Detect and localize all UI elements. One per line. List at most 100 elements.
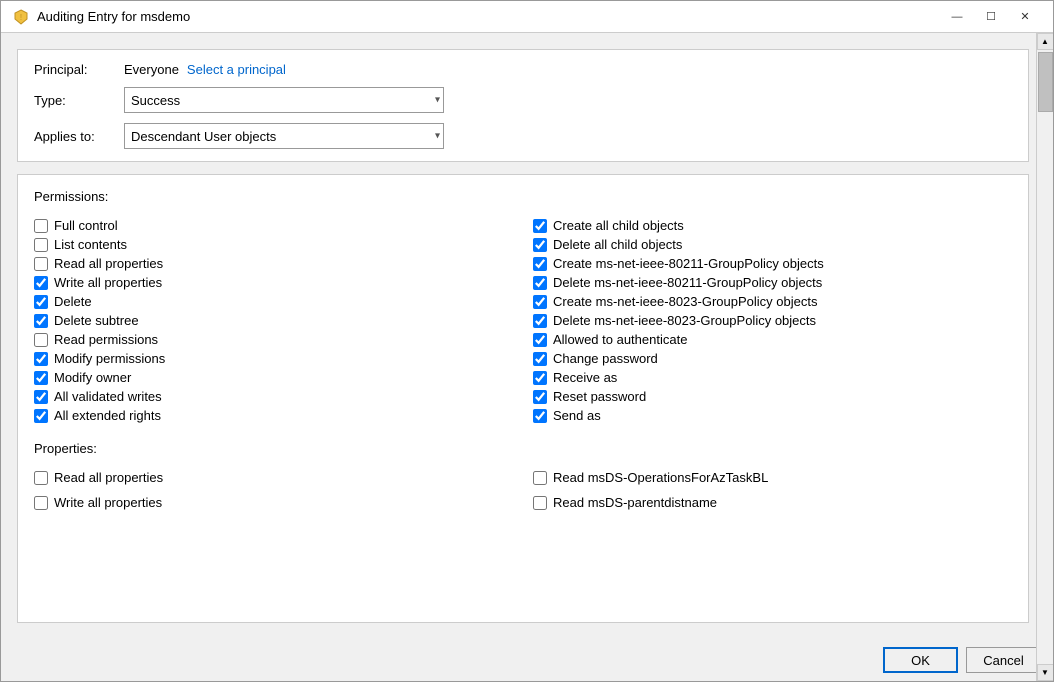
minimize-button[interactable]: — [941,7,973,27]
perm-modify-perms-label: Modify permissions [54,351,165,366]
properties-grid: Read all properties Write all properties… [34,468,1012,512]
prop-write-all-label: Write all properties [54,495,162,510]
perm-list-contents: List contents [34,235,513,254]
prop-write-all: Write all properties [34,493,513,512]
main-content: Principal: Everyone Select a principal T… [1,33,1053,639]
applies-dropdown[interactable]: Descendant User objects This object only… [124,123,444,149]
scrollbar[interactable]: ▲ ▼ [1036,33,1053,681]
perm-all-extended-rights-checkbox[interactable] [34,409,48,423]
perm-write-all-props-label: Write all properties [54,275,162,290]
perm-all-extended-rights: All extended rights [34,406,513,425]
perm-write-all-props-checkbox[interactable] [34,276,48,290]
perm-modify-owner-checkbox[interactable] [34,371,48,385]
perm-full-control-checkbox[interactable] [34,219,48,233]
window-title: Auditing Entry for msdemo [37,9,190,24]
permissions-section: Permissions: Full control List contents [17,174,1029,623]
scroll-up-arrow[interactable]: ▲ [1037,33,1054,50]
principal-label: Principal: [34,62,124,77]
perm-all-extended-rights-label: All extended rights [54,408,161,423]
perm-create-child-label: Create all child objects [553,218,684,233]
properties-title: Properties: [34,441,1012,456]
ok-button[interactable]: OK [883,647,958,673]
applies-label: Applies to: [34,129,124,144]
prop-read-all-label: Read all properties [54,470,163,485]
type-dropdown[interactable]: Success Fail All [124,87,444,113]
perm-delete-subtree-checkbox[interactable] [34,314,48,328]
perm-reset-password-checkbox[interactable] [533,390,547,404]
type-dropdown-wrapper: Success Fail All ▾ [124,87,444,113]
principal-value: Everyone [124,62,179,77]
scroll-down-arrow[interactable]: ▼ [1037,664,1054,681]
perm-delete-subtree-label: Delete subtree [54,313,139,328]
properties-right-col: Read msDS-OperationsForAzTaskBL Read msD… [533,468,1012,512]
prop-read-msds-ops-label: Read msDS-OperationsForAzTaskBL [553,470,768,485]
perm-read-all-props-checkbox[interactable] [34,257,48,271]
type-label: Type: [34,93,124,108]
permissions-left-col: Full control List contents Read all prop… [34,216,513,425]
perm-all-validated-writes-checkbox[interactable] [34,390,48,404]
title-controls: — ☐ ✕ [941,7,1041,27]
perm-change-password: Change password [533,349,1012,368]
perm-create-child-checkbox[interactable] [533,219,547,233]
perm-send-as-checkbox[interactable] [533,409,547,423]
perm-send-as: Send as [533,406,1012,425]
perm-list-contents-checkbox[interactable] [34,238,48,252]
perm-all-validated-writes: All validated writes [34,387,513,406]
perm-read-all-props: Read all properties [34,254,513,273]
prop-read-all: Read all properties [34,468,513,487]
perm-full-control: Full control [34,216,513,235]
perm-delete-8023: Delete ms-net-ieee-8023-GroupPolicy obje… [533,311,1012,330]
perm-receive-as: Receive as [533,368,1012,387]
maximize-button[interactable]: ☐ [975,7,1007,27]
perm-read-perms: Read permissions [34,330,513,349]
perm-modify-perms: Modify permissions [34,349,513,368]
perm-create-8023-label: Create ms-net-ieee-8023-GroupPolicy obje… [553,294,817,309]
perm-delete: Delete [34,292,513,311]
perm-delete-8023-checkbox[interactable] [533,314,547,328]
perm-full-control-label: Full control [54,218,118,233]
perm-create-80211-checkbox[interactable] [533,257,547,271]
close-button[interactable]: ✕ [1009,7,1041,27]
window-frame: ! Auditing Entry for msdemo — ☐ ✕ Princi… [1,1,1053,681]
perm-write-all-props: Write all properties [34,273,513,292]
perm-delete-checkbox[interactable] [34,295,48,309]
prop-read-msds-ops-checkbox[interactable] [533,471,547,485]
prop-read-msds-parent-label: Read msDS-parentdistname [553,495,717,510]
perm-delete-80211-checkbox[interactable] [533,276,547,290]
select-principal-link[interactable]: Select a principal [187,62,286,77]
perm-modify-owner: Modify owner [34,368,513,387]
perm-create-child: Create all child objects [533,216,1012,235]
perm-allowed-authenticate-label: Allowed to authenticate [553,332,687,347]
type-row: Type: Success Fail All ▾ [34,87,1012,113]
perm-allowed-authenticate-checkbox[interactable] [533,333,547,347]
permissions-title: Permissions: [34,189,1012,204]
prop-read-all-checkbox[interactable] [34,471,48,485]
perm-delete-child: Delete all child objects [533,235,1012,254]
perm-delete-80211-label: Delete ms-net-ieee-80211-GroupPolicy obj… [553,275,822,290]
perm-receive-as-label: Receive as [553,370,617,385]
prop-read-msds-parent: Read msDS-parentdistname [533,493,1012,512]
top-section: Principal: Everyone Select a principal T… [17,49,1029,162]
perm-reset-password: Reset password [533,387,1012,406]
permissions-right-col: Create all child objects Delete all chil… [533,216,1012,425]
perm-allowed-authenticate: Allowed to authenticate [533,330,1012,349]
perm-change-password-checkbox[interactable] [533,352,547,366]
perm-read-all-props-label: Read all properties [54,256,163,271]
perm-delete-child-checkbox[interactable] [533,238,547,252]
perm-modify-perms-checkbox[interactable] [34,352,48,366]
perm-create-8023-checkbox[interactable] [533,295,547,309]
perm-create-8023: Create ms-net-ieee-8023-GroupPolicy obje… [533,292,1012,311]
scroll-thumb[interactable] [1038,52,1053,112]
title-bar: ! Auditing Entry for msdemo — ☐ ✕ [1,1,1053,33]
perm-read-perms-label: Read permissions [54,332,158,347]
prop-read-msds-parent-checkbox[interactable] [533,496,547,510]
footer: OK Cancel [1,639,1053,681]
perm-create-80211: Create ms-net-ieee-80211-GroupPolicy obj… [533,254,1012,273]
perm-create-80211-label: Create ms-net-ieee-80211-GroupPolicy obj… [553,256,824,271]
cancel-button[interactable]: Cancel [966,647,1041,673]
perm-delete-subtree: Delete subtree [34,311,513,330]
principal-row: Principal: Everyone Select a principal [34,62,1012,77]
perm-read-perms-checkbox[interactable] [34,333,48,347]
perm-receive-as-checkbox[interactable] [533,371,547,385]
prop-write-all-checkbox[interactable] [34,496,48,510]
